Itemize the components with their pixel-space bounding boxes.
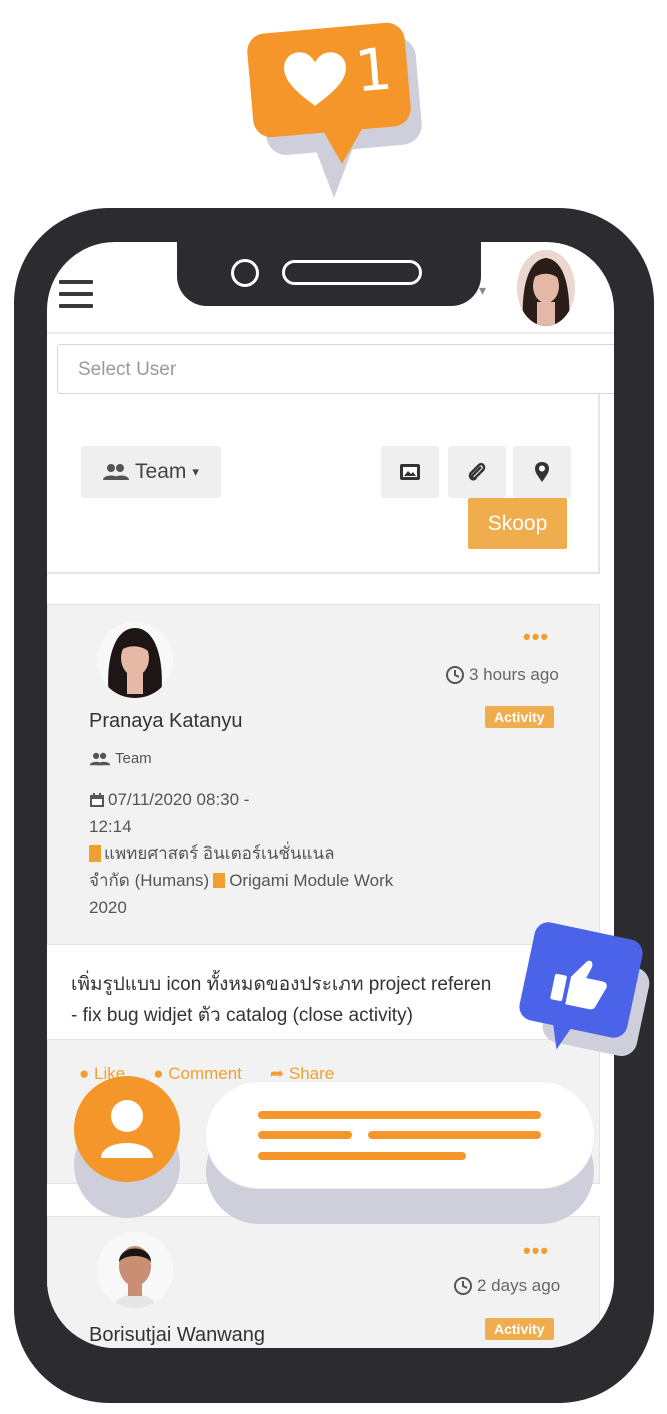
post-author-name[interactable]: Pranaya Katanyu: [89, 710, 242, 733]
person-badge: [74, 1076, 180, 1182]
person-icon: [101, 1100, 153, 1158]
paperclip-icon: [468, 462, 486, 481]
speaker-grille: [282, 260, 422, 285]
comment-button[interactable]: ● Comment: [153, 1064, 242, 1084]
select-user-placeholder: Select User: [78, 359, 177, 380]
message-line: [258, 1111, 541, 1119]
hamburger-menu-icon[interactable]: [59, 280, 93, 310]
post-org-line1: แพทยศาสตร์ อินเตอร์เนชั่นแนล: [104, 844, 335, 863]
calendar-icon: [90, 792, 104, 807]
share-label: Share: [288, 1064, 335, 1083]
share-button[interactable]: ➦ Share: [270, 1064, 334, 1084]
thumbs-up-icon: [550, 960, 607, 1010]
post-org-line2: จำกัด (Humans): [89, 871, 210, 890]
building-icon: [89, 845, 101, 862]
message-line: [258, 1131, 352, 1139]
post-year: 2020: [89, 898, 127, 917]
image-icon: [400, 464, 420, 480]
team-dropdown-button[interactable]: Team ▾: [81, 446, 221, 498]
post-datetime-line2: 12:14: [89, 817, 132, 836]
skoop-button[interactable]: Skoop: [468, 498, 567, 549]
post-timestamp: 2 days ago: [453, 1276, 560, 1296]
image-upload-button[interactable]: [381, 446, 439, 498]
audience-label: Team: [115, 750, 152, 767]
post-meta: 07/11/2020 08:30 - 12:14 แพทยศาสตร์ อินเ…: [89, 786, 469, 921]
post-options-icon[interactable]: •••: [523, 1238, 549, 1264]
post-time-text: 2 days ago: [477, 1276, 561, 1295]
message-line: [368, 1131, 541, 1139]
post-project[interactable]: Origami Module Work: [229, 871, 393, 890]
select-user-input[interactable]: Select User: [57, 344, 614, 394]
message-line: [258, 1152, 466, 1160]
users-icon: [103, 464, 130, 480]
map-pin-icon: [535, 462, 549, 482]
notification-count: 1: [352, 34, 395, 106]
heart-icon: [284, 52, 346, 106]
post-author-name[interactable]: Borisutjai Wanwang: [89, 1324, 265, 1347]
illustration: 1 ▾ Select User Team ▾ Skoop ••• 3 hours…: [0, 0, 667, 1414]
clock-icon: [446, 666, 464, 684]
users-icon: [89, 752, 111, 765]
post-time-text: 3 hours ago: [469, 665, 559, 684]
chevron-down-icon: ▾: [192, 464, 199, 479]
clock-icon: [454, 1277, 472, 1295]
heart-icon: ●: [79, 1064, 90, 1083]
activity-badge: Activity: [485, 1318, 554, 1340]
activity-badge: Activity: [485, 706, 554, 728]
post-options-icon[interactable]: •••: [523, 624, 549, 650]
share-icon: ➦: [269, 1064, 285, 1083]
post-author-avatar[interactable]: [97, 1232, 173, 1308]
notification-bubble-tail: [318, 122, 366, 164]
document-icon: [213, 873, 226, 888]
post-timestamp: 3 hours ago: [445, 665, 559, 685]
post-audience: Team: [89, 750, 152, 767]
attach-button[interactable]: [448, 446, 506, 498]
camera-icon: [231, 259, 259, 287]
post-author-avatar[interactable]: [97, 622, 173, 698]
comment-label: Comment: [168, 1064, 242, 1083]
post-datetime-line1: 07/11/2020 08:30 -: [108, 790, 250, 809]
user-avatar[interactable]: [517, 250, 575, 326]
location-button[interactable]: [513, 446, 571, 498]
post-body: เพิ่มรูปแบบ icon ทั้งหมดของประเภท projec…: [47, 944, 600, 1040]
chevron-down-icon[interactable]: ▾: [479, 282, 486, 299]
comment-icon: ●: [153, 1064, 164, 1083]
team-button-label: Team: [135, 460, 187, 483]
header-divider: [47, 332, 614, 334]
